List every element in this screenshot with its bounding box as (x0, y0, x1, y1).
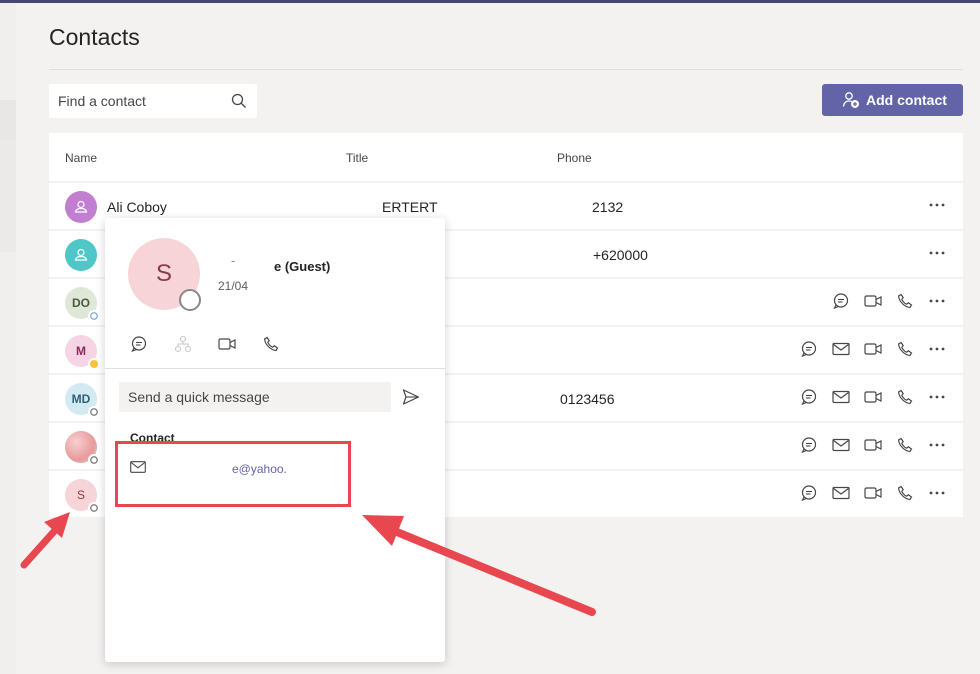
offline-status-icon (88, 502, 100, 514)
row-actions (831, 291, 947, 311)
left-rail-band (0, 140, 16, 252)
phone-call-icon[interactable] (895, 435, 915, 455)
card-avatar-initial: S (155, 260, 172, 287)
row-actions (799, 483, 947, 503)
email-icon[interactable] (831, 339, 851, 359)
contact-phone[interactable]: 0123456 (560, 391, 615, 407)
contact-title: ERTERT (382, 199, 438, 215)
more-options-icon[interactable] (927, 387, 947, 407)
left-rail-band (0, 100, 16, 140)
phone-call-icon[interactable] (895, 387, 915, 407)
more-options-icon[interactable] (927, 291, 947, 311)
contact-phone[interactable]: +620000 (593, 247, 648, 263)
avatar-initials: DO (72, 296, 90, 310)
card-subtitle: 21/04 (218, 279, 249, 293)
card-name-fragment: - (231, 253, 236, 268)
video-call-icon[interactable] (863, 483, 883, 503)
more-options-icon[interactable] (927, 483, 947, 503)
row-actions (799, 435, 947, 455)
more-options-icon[interactable] (927, 195, 947, 215)
avatar[interactable]: S (65, 479, 100, 514)
chat-icon[interactable] (799, 387, 819, 407)
presence-status-icon (88, 310, 100, 322)
row-actions (799, 387, 947, 407)
org-chart-icon (173, 334, 193, 354)
divider (105, 368, 445, 369)
video-call-icon[interactable] (217, 334, 237, 354)
card-name-partial: e (Guest) (274, 259, 331, 274)
chat-icon[interactable] (831, 291, 851, 311)
phone-call-icon[interactable] (895, 483, 915, 503)
video-call-icon[interactable] (863, 435, 883, 455)
video-call-icon[interactable] (863, 339, 883, 359)
add-person-icon (842, 92, 859, 108)
column-header-name[interactable]: Name (65, 151, 97, 165)
send-icon[interactable] (402, 388, 420, 411)
person-icon (74, 248, 88, 261)
avatar-photo[interactable] (65, 431, 100, 466)
chat-icon[interactable] (129, 334, 149, 354)
avatar[interactable]: MD (65, 383, 100, 418)
add-contact-label: Add contact (866, 92, 947, 108)
offline-status-icon (179, 289, 201, 311)
row-actions (927, 195, 947, 215)
email-icon[interactable] (831, 387, 851, 407)
avatar[interactable]: M (65, 335, 100, 370)
annotation-highlight-box (115, 441, 351, 507)
avatar-initials: MD (71, 392, 91, 406)
row-actions (927, 243, 947, 263)
left-rail (0, 3, 16, 674)
more-options-icon[interactable] (927, 243, 947, 263)
contact-phone[interactable]: 2132 (592, 199, 623, 215)
more-options-icon[interactable] (927, 435, 947, 455)
email-icon[interactable] (831, 435, 851, 455)
avatar-initials: M (76, 344, 86, 358)
page-title: Contacts (49, 24, 140, 50)
chat-icon[interactable] (799, 339, 819, 359)
table-header: Name Title Phone (49, 133, 963, 181)
video-call-icon[interactable] (863, 291, 883, 311)
column-header-phone[interactable]: Phone (557, 151, 592, 165)
phone-call-icon[interactable] (895, 291, 915, 311)
quick-message-box[interactable] (119, 382, 391, 412)
add-contact-button[interactable]: Add contact (822, 84, 963, 116)
offline-status-icon (88, 406, 100, 418)
column-header-title[interactable]: Title (346, 151, 368, 165)
avatar[interactable] (65, 239, 97, 271)
app-top-bar (0, 0, 980, 3)
quick-message-input[interactable] (119, 382, 391, 412)
phone-call-icon[interactable] (261, 334, 281, 354)
avatar[interactable] (65, 191, 97, 223)
chat-icon[interactable] (799, 435, 819, 455)
email-icon[interactable] (831, 483, 851, 503)
more-options-icon[interactable] (927, 339, 947, 359)
contact-name[interactable]: Ali Coboy (107, 199, 167, 215)
avatar-initials: S (76, 488, 85, 502)
phone-call-icon[interactable] (895, 339, 915, 359)
search-box[interactable] (49, 84, 257, 118)
contact-card: S - e (Guest) 21/04 Contact e@yahoo. (105, 218, 445, 662)
avatar[interactable]: DO (65, 287, 100, 322)
offline-status-icon (88, 454, 100, 466)
card-actions (129, 334, 281, 354)
search-input[interactable] (49, 84, 229, 118)
annotation-arrow (20, 512, 70, 569)
video-call-icon[interactable] (863, 387, 883, 407)
chat-icon[interactable] (799, 483, 819, 503)
person-icon (74, 200, 88, 213)
search-icon[interactable] (231, 93, 247, 109)
row-actions (799, 339, 947, 359)
away-status-icon (88, 358, 100, 370)
divider (49, 69, 963, 70)
